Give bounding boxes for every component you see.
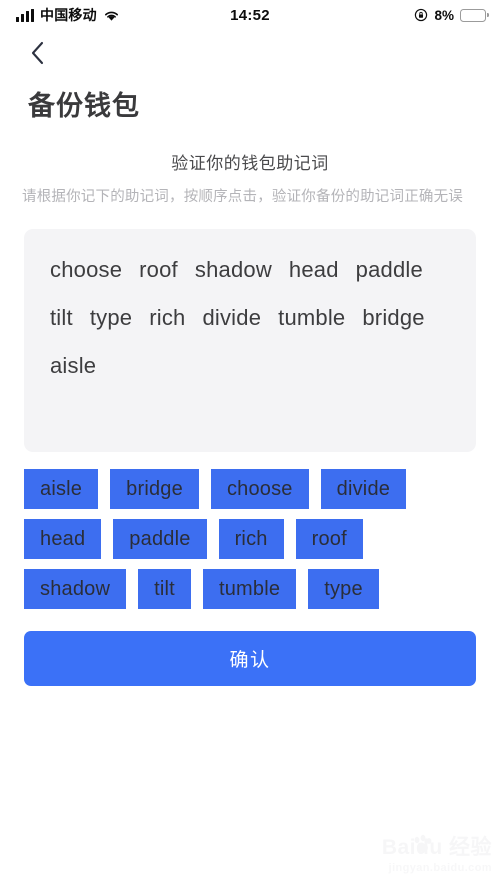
mnemonic-answer-panel[interactable]: choose roof shadow head paddle tilt type rich di… bbox=[24, 229, 476, 453]
word-chip[interactable]: aisle bbox=[24, 469, 99, 510]
mnemonic-word[interactable]: choose bbox=[50, 251, 122, 289]
watermark-title: Baidu 经验 bbox=[381, 836, 492, 859]
word-chip[interactable]: tilt bbox=[138, 569, 191, 610]
verify-subtitle: 请根据你记下的助记词，按顺序点击，验证你备份的助记词正确无误 bbox=[22, 189, 463, 205]
word-chip[interactable]: roof bbox=[295, 519, 363, 560]
word-chip[interactable]: tumble bbox=[202, 569, 297, 610]
rotation-lock-icon bbox=[414, 8, 428, 22]
word-chip[interactable]: paddle bbox=[113, 519, 207, 560]
mnemonic-word[interactable]: roof bbox=[139, 251, 178, 289]
word-chip-pool: aisle bridge choose divide head paddle rich roo… bbox=[24, 469, 476, 610]
paw-icon bbox=[414, 834, 432, 853]
word-chip[interactable]: rich bbox=[218, 519, 284, 560]
word-chip[interactable]: type bbox=[308, 569, 379, 610]
word-chip[interactable]: divide bbox=[320, 469, 407, 510]
word-chip[interactable]: bridge bbox=[110, 469, 199, 510]
mnemonic-word[interactable]: head bbox=[289, 251, 339, 289]
intro-section: 验证你的钱包助记词 请根据你记下的助记词，按顺序点击，验证你备份的助记词正确无误 bbox=[0, 123, 500, 208]
mnemonic-word[interactable]: tumble bbox=[278, 299, 345, 337]
mnemonic-word[interactable]: divide bbox=[202, 299, 261, 337]
battery-low-icon bbox=[460, 8, 489, 22]
status-bar-right: 8% bbox=[414, 7, 489, 23]
verify-heading: 验证你的钱包助记词 bbox=[171, 154, 329, 173]
battery-percent-label: 8% bbox=[434, 7, 454, 23]
mnemonic-word[interactable]: shadow bbox=[195, 251, 272, 289]
mnemonic-word[interactable]: bridge bbox=[362, 299, 424, 337]
word-chip[interactable]: choose bbox=[210, 469, 309, 510]
word-chip[interactable]: shadow bbox=[24, 569, 127, 610]
mnemonic-word-list: choose roof shadow head paddle tilt type rich di… bbox=[50, 251, 450, 385]
confirm-button[interactable]: 确认 bbox=[24, 631, 476, 687]
mnemonic-word[interactable]: rich bbox=[149, 299, 185, 337]
mnemonic-word[interactable]: type bbox=[90, 299, 132, 337]
baidu-watermark: Baidu 经验 jingyan.baidu.com bbox=[342, 834, 492, 881]
status-bar: 中国移动 14:52 8% bbox=[0, 0, 500, 30]
mnemonic-word[interactable]: paddle bbox=[356, 251, 423, 289]
chevron-left-icon bbox=[30, 41, 45, 65]
page-title: 备份钱包 bbox=[28, 91, 140, 121]
word-chip[interactable]: head bbox=[24, 519, 102, 560]
nav-bar bbox=[0, 30, 500, 76]
watermark-url: jingyan.baidu.com bbox=[388, 862, 492, 874]
back-button[interactable] bbox=[22, 38, 52, 68]
mnemonic-word[interactable]: aisle bbox=[50, 347, 96, 385]
mnemonic-word[interactable]: tilt bbox=[50, 299, 73, 337]
